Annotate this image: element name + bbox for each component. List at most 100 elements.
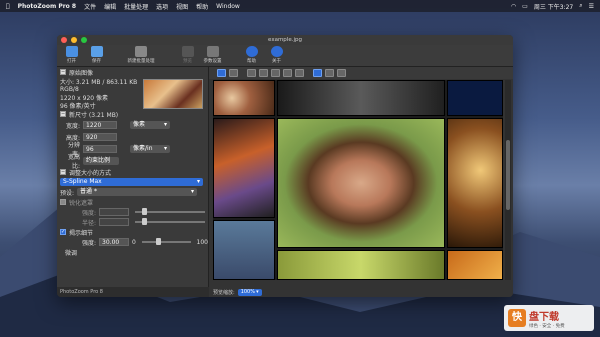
- open-button[interactable]: 打开: [59, 45, 84, 64]
- window-titlebar: example.jpg: [57, 35, 513, 45]
- menu-help[interactable]: 帮助: [196, 2, 208, 11]
- detail-max-label: 100: [196, 238, 208, 246]
- vertical-scrollbar[interactable]: [505, 80, 511, 280]
- reveal-detail-checkbox[interactable]: ✓: [60, 229, 66, 235]
- view-dual-icon[interactable]: [325, 69, 334, 77]
- resize-method-select[interactable]: S-Spline Max ▾: [60, 178, 203, 186]
- sharpen-strength-input[interactable]: [99, 208, 130, 216]
- chevron-down-icon: ▾: [163, 145, 167, 152]
- disclosure-icon[interactable]: −: [60, 69, 66, 75]
- sharpen-radius-slider[interactable]: [135, 218, 205, 225]
- search-icon[interactable]: ⌕: [579, 2, 582, 10]
- building-tile: [213, 220, 275, 280]
- zoom-tool-icon[interactable]: [229, 69, 238, 77]
- sharpen-radius-input[interactable]: [99, 218, 130, 226]
- zoom-label: 预览缩放:: [213, 289, 235, 296]
- chevron-down-icon: ▾: [163, 121, 167, 128]
- original-image-header[interactable]: − 原始图像: [57, 67, 208, 77]
- view-grid-icon[interactable]: [337, 69, 346, 77]
- menu-list-icon[interactable]: ☰: [589, 3, 594, 10]
- menu-options[interactable]: 选项: [156, 2, 168, 11]
- about-button[interactable]: 关于: [264, 45, 289, 64]
- portrait-tile: [277, 118, 445, 248]
- status-footer: PhotoZoom Pro 8: [57, 287, 209, 297]
- main-toolbar: 打开 保存 新建批量处理 预览 参数设置 帮助 关于: [57, 45, 513, 67]
- slider-knob[interactable]: [142, 218, 148, 225]
- resize-method-header[interactable]: − 调整大小的方式: [57, 167, 208, 177]
- preset-label: 预设:: [60, 189, 75, 197]
- help-icon: [245, 46, 258, 57]
- fish-tile: [213, 118, 275, 218]
- menu-view[interactable]: 视图: [176, 2, 188, 11]
- watermark-title: 盘下载: [529, 311, 559, 323]
- settings-tools-icon: [206, 46, 219, 57]
- detail-strength-input[interactable]: 30.00: [99, 238, 130, 246]
- zoom-select[interactable]: 100% ▾: [237, 288, 262, 296]
- sharpen-strength-label: 强度:: [82, 209, 97, 217]
- hand-tool-icon[interactable]: [217, 69, 226, 77]
- new-size-header[interactable]: − 新尺寸 (3.21 MB): [57, 109, 208, 119]
- detail-strength-slider[interactable]: [141, 238, 191, 245]
- shells-tile: [213, 80, 275, 116]
- slider-knob[interactable]: [156, 238, 162, 245]
- preview-view-toolbar: [209, 67, 513, 79]
- split-quad-icon[interactable]: [283, 69, 292, 77]
- chevron-down-icon: ▾: [256, 288, 259, 295]
- fine-tune-label: 微调: [65, 249, 78, 257]
- resolution-input[interactable]: 96: [83, 145, 117, 153]
- slider-knob[interactable]: [142, 208, 148, 215]
- zoom-bar: 预览缩放: 100% ▾: [209, 287, 513, 297]
- split-horizontal-icon[interactable]: [271, 69, 280, 77]
- view-single-icon[interactable]: [313, 69, 322, 77]
- image-preview-canvas[interactable]: [213, 80, 503, 280]
- unsharp-mask-checkbox[interactable]: [60, 199, 66, 205]
- preferences-button[interactable]: 参数设置: [200, 45, 225, 64]
- width-label: 宽度:: [65, 122, 80, 130]
- frog-tile: [277, 250, 445, 280]
- menu-batch[interactable]: 批量处理: [124, 2, 148, 11]
- clock-tile: [447, 118, 503, 248]
- batch-stack-icon: [135, 46, 147, 57]
- help-button[interactable]: 帮助: [239, 45, 264, 64]
- disclosure-icon[interactable]: −: [60, 111, 66, 117]
- watermark-subtitle: 绿色 · 安全 · 免费: [529, 323, 565, 329]
- compare-icon[interactable]: [295, 69, 304, 77]
- site-watermark: 快 盘下载 绿色 · 安全 · 免费: [504, 305, 594, 331]
- battery-icon[interactable]: ▭: [522, 3, 528, 10]
- sharpen-strength-slider[interactable]: [135, 208, 205, 215]
- feather-tile: [277, 80, 445, 116]
- crop-tool-icon[interactable]: [247, 69, 256, 77]
- menu-app-name[interactable]: PhotoZoom Pro 8: [18, 3, 76, 10]
- detail-strength-label: 强度:: [82, 239, 97, 247]
- save-button[interactable]: 保存: [84, 45, 109, 64]
- preview-button[interactable]: 预览: [175, 45, 200, 64]
- stars-tile: [447, 80, 503, 116]
- thumbnail-preview[interactable]: [143, 79, 203, 109]
- scrollbar-thumb[interactable]: [506, 140, 510, 210]
- width-unit-select[interactable]: 像素 ▾: [130, 121, 170, 129]
- preset-select[interactable]: 普通 * ▾: [77, 188, 198, 196]
- menu-file[interactable]: 文件: [84, 2, 96, 11]
- save-icon: [90, 46, 103, 57]
- wifi-icon[interactable]: ◠: [511, 3, 516, 10]
- sharpen-radius-label: 半径:: [82, 219, 97, 227]
- chevron-down-icon: ▾: [191, 188, 195, 195]
- settings-panel: − 原始图像 大小: 3.21 MB / 863.11 KB RGB/8 1220…: [57, 67, 209, 287]
- aspect-ratio-select[interactable]: 约束比例: [83, 157, 119, 165]
- info-icon: [270, 46, 283, 57]
- menubar-clock[interactable]: 周三 下午3:27: [534, 2, 573, 11]
- disclosure-icon[interactable]: −: [60, 169, 66, 175]
- menu-window[interactable]: Window: [216, 3, 240, 10]
- split-vertical-icon[interactable]: [259, 69, 268, 77]
- menu-edit[interactable]: 编辑: [104, 2, 116, 11]
- open-folder-icon: [65, 46, 78, 57]
- height-input[interactable]: 920: [83, 133, 117, 141]
- watermark-logo: 快: [508, 309, 526, 327]
- window-title: example.jpg: [268, 37, 302, 43]
- apple-icon[interactable]: : [6, 3, 10, 10]
- width-input[interactable]: 1220: [83, 121, 117, 129]
- autumn-tile: [447, 250, 503, 280]
- preview-icon: [181, 46, 194, 57]
- resolution-unit-select[interactable]: 像素/in ▾: [130, 145, 170, 153]
- new-batch-button[interactable]: 新建批量处理: [121, 45, 161, 64]
